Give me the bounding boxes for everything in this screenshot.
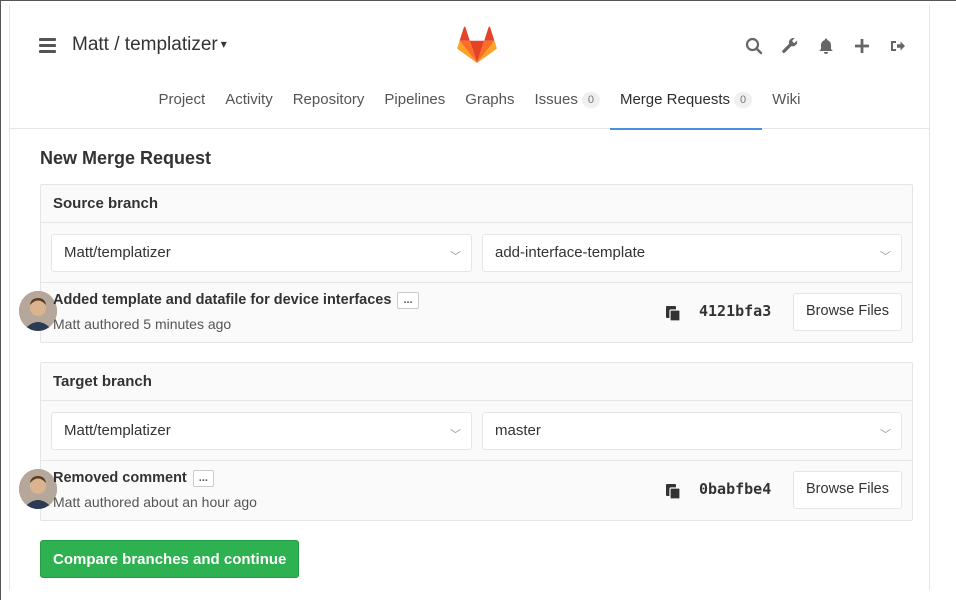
select-value: Matt/templatizer	[64, 244, 171, 261]
project-title[interactable]: Matt / templatizer ▾	[72, 34, 227, 56]
source-project-select[interactable]: Matt/templatizer ﹀	[51, 234, 472, 272]
clipboard-icon[interactable]	[665, 483, 681, 505]
plus-icon[interactable]	[851, 35, 873, 57]
commit-title-text[interactable]: Added template and datafile for device i…	[53, 292, 391, 308]
project-title-text[interactable]: Matt / templatizer	[72, 34, 218, 55]
panel-heading: Source branch	[41, 185, 912, 223]
commit-meta: Matt authored 5 minutes ago	[53, 316, 232, 332]
gitlab-logo-icon[interactable]	[457, 26, 497, 64]
chevron-down-icon: ﹀	[880, 429, 891, 441]
hamburger-menu-icon[interactable]	[39, 38, 56, 53]
select-value: add-interface-template	[495, 244, 646, 261]
header-icons	[743, 35, 909, 57]
commit-title[interactable]: Removed comment...	[53, 470, 214, 487]
app-window: Matt / templatizer ▾ Project Activity Re…	[9, 5, 930, 590]
project-nav: Project Activity Repository Pipelines Gr…	[10, 79, 929, 130]
expand-commit-button[interactable]: ...	[397, 292, 419, 309]
tab-label[interactable]: Wiki	[772, 91, 800, 108]
tab-label[interactable]: Issues	[534, 91, 577, 108]
tab-merge-requests[interactable]: Merge Requests 0	[609, 79, 763, 130]
source-branch-panel: Source branch Matt/templatizer ﹀ add-int…	[19, 184, 913, 343]
tab-repository[interactable]: Repository	[283, 79, 375, 129]
commit-title[interactable]: Added template and datafile for device i…	[53, 292, 419, 309]
commit-sha: 0babfbe4	[699, 480, 772, 498]
count-badge: 0	[581, 92, 600, 108]
tab-activity[interactable]: Activity	[215, 79, 283, 129]
count-badge: 0	[734, 92, 753, 108]
tab-issues[interactable]: Issues 0	[524, 79, 609, 129]
select-value: master	[495, 422, 541, 439]
branch-selectors: Matt/templatizer ﹀ master ﹀	[41, 401, 912, 461]
tab-label[interactable]: Repository	[293, 91, 365, 108]
bell-icon[interactable]	[815, 35, 837, 57]
tab-label[interactable]: Pipelines	[384, 91, 445, 108]
clipboard-icon[interactable]	[665, 305, 681, 327]
top-header: Matt / templatizer ▾ Project Activity Re…	[10, 5, 929, 130]
target-project-select[interactable]: Matt/templatizer ﹀	[51, 412, 472, 450]
source-branch-select[interactable]: add-interface-template ﹀	[482, 234, 902, 272]
search-icon[interactable]	[743, 35, 765, 57]
commit-row: Added template and datafile for device i…	[19, 283, 912, 342]
browse-files-button[interactable]: Browse Files	[793, 471, 902, 509]
tab-label[interactable]: Project	[159, 91, 206, 108]
compare-branches-button[interactable]: Compare branches and continue	[40, 540, 300, 578]
tab-graphs[interactable]: Graphs	[455, 79, 524, 129]
panel-heading: Target branch	[41, 363, 912, 401]
chevron-down-icon: ﹀	[450, 429, 461, 441]
expand-commit-button[interactable]: ...	[192, 470, 214, 487]
browse-files-button[interactable]: Browse Files	[793, 293, 902, 331]
branch-selectors: Matt/templatizer ﹀ add-interface-templat…	[41, 223, 912, 283]
commit-title-text[interactable]: Removed comment	[53, 470, 187, 486]
sign-out-icon[interactable]	[887, 35, 909, 57]
wrench-icon[interactable]	[779, 35, 801, 57]
page-title: New Merge Request	[40, 148, 212, 168]
target-branch-panel: Target branch Matt/templatizer ﹀ master …	[19, 362, 913, 521]
tab-pipelines[interactable]: Pipelines	[374, 79, 455, 129]
target-branch-select[interactable]: master ﹀	[482, 412, 902, 450]
avatar[interactable]	[19, 291, 57, 331]
tab-label[interactable]: Activity	[225, 91, 273, 108]
chevron-down-icon: ﹀	[450, 251, 461, 263]
tab-wiki[interactable]: Wiki	[762, 79, 810, 129]
tab-label[interactable]: Graphs	[465, 91, 514, 108]
tab-label[interactable]: Merge Requests	[620, 91, 730, 108]
tab-project[interactable]: Project	[149, 79, 216, 129]
avatar[interactable]	[19, 469, 57, 509]
select-value: Matt/templatizer	[64, 422, 171, 439]
commit-meta: Matt authored about an hour ago	[53, 494, 257, 510]
commit-row: Removed comment... Matt authored about a…	[19, 461, 912, 520]
chevron-down-icon[interactable]: ▾	[221, 37, 227, 51]
chevron-down-icon: ﹀	[880, 251, 891, 263]
commit-sha: 4121bfa3	[699, 302, 772, 320]
